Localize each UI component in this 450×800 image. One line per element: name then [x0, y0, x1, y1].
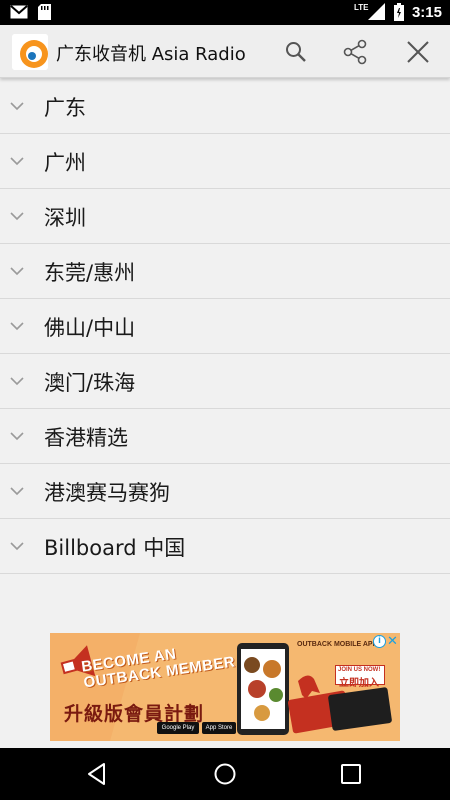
chevron-down-icon — [10, 377, 24, 386]
category-item-dongguan-huizhou[interactable]: 东莞/惠州 — [0, 244, 450, 299]
category-item-shenzhen[interactable]: 深圳 — [0, 189, 450, 244]
app-title: 广东收音机 Asia Radio — [56, 44, 246, 65]
recents-icon[interactable] — [338, 761, 364, 787]
close-button[interactable] — [398, 33, 438, 71]
back-icon[interactable] — [84, 761, 110, 787]
category-label: 广州 — [44, 151, 86, 175]
category-item-guangzhou[interactable]: 广州 — [0, 134, 450, 189]
category-label: 深圳 — [44, 206, 86, 230]
category-label: 澳门/珠海 — [44, 371, 136, 395]
network-type-label: LTE — [353, 3, 369, 12]
share-button[interactable] — [336, 33, 376, 71]
category-item-billboard-china[interactable]: Billboard 中国 — [0, 519, 450, 574]
chevron-down-icon — [10, 432, 24, 441]
category-item-foshan-zhongshan[interactable]: 佛山/中山 — [0, 299, 450, 354]
category-label: 香港精选 — [44, 426, 128, 450]
share-icon — [343, 39, 367, 65]
chevron-down-icon — [10, 212, 24, 221]
category-item-racing[interactable]: 港澳赛马赛狗 — [0, 464, 450, 519]
close-icon — [407, 41, 429, 63]
chevron-down-icon — [10, 157, 24, 166]
ad-close-icon[interactable]: ✕ — [387, 634, 398, 647]
home-icon[interactable] — [212, 761, 238, 787]
category-list: 广东 广州 深圳 东莞/惠州 佛山/中山 澳门/珠海 香港精选 港澳赛马赛狗 B… — [0, 79, 450, 574]
status-time: 3:15 — [411, 3, 442, 21]
category-item-macau-zhuhai[interactable]: 澳门/珠海 — [0, 354, 450, 409]
chevron-down-icon — [10, 322, 24, 331]
banner-ad[interactable]: BECOME AN OUTBACK MEMBER 升級版會員計劃 OUTBACK… — [50, 633, 400, 741]
search-icon — [286, 42, 306, 62]
navigation-bar — [0, 748, 450, 800]
ad-join-en: JOIN US NOW! — [338, 667, 381, 673]
chevron-down-icon — [10, 542, 24, 551]
ad-member-app-text: OUTBACK MOBILE APP — [297, 641, 378, 648]
chevron-down-icon — [10, 267, 24, 276]
category-label: 广东 — [44, 96, 86, 120]
sd-card-icon — [38, 4, 51, 20]
search-button[interactable] — [276, 33, 316, 71]
ad-join-cn: 立即加入 — [339, 678, 379, 689]
category-label: 东莞/惠州 — [44, 261, 136, 285]
signal-icon — [367, 3, 385, 20]
status-bar: LTE 3:15 — [0, 0, 450, 25]
ad-join-badge[interactable]: JOIN US NOW! 立即加入 — [335, 665, 385, 689]
chevron-down-icon — [10, 102, 24, 111]
app-logo — [12, 34, 48, 70]
app-store-badge[interactable]: App Store — [202, 722, 236, 734]
category-label: 港澳赛马赛狗 — [44, 481, 170, 505]
ad-info-icon[interactable]: i — [373, 635, 386, 648]
gmail-notification-icon — [10, 5, 28, 19]
battery-icon — [393, 3, 404, 21]
category-label: Billboard 中国 — [44, 536, 186, 560]
chevron-down-icon — [10, 487, 24, 496]
category-label: 佛山/中山 — [44, 316, 136, 340]
category-item-hongkong-picks[interactable]: 香港精选 — [0, 409, 450, 464]
category-item-guangdong[interactable]: 广东 — [0, 79, 450, 134]
google-play-badge[interactable]: Google Play — [157, 722, 199, 734]
app-bar: 广东收音机 Asia Radio — [0, 25, 450, 78]
